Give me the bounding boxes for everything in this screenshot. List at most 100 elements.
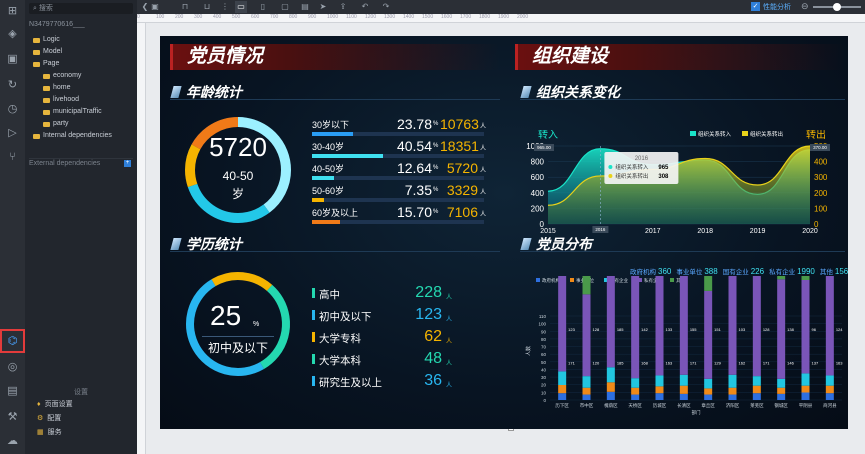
ruler-tick: 600 <box>251 14 260 20</box>
tree-item-label: home <box>53 84 71 91</box>
dist-bar-chart: 政府机构事业单位国有企业私有企业其他0102030405060708090100… <box>525 276 843 416</box>
settings-section: 设置 ♦ 页面设置 ⚙ 配置 ▦ 服务 <box>25 388 137 440</box>
age-row-track <box>312 198 484 202</box>
server-icon: ▦ <box>37 429 44 436</box>
x-tick: 长清区 <box>677 402 691 409</box>
tree-item-label: economy <box>53 72 82 79</box>
tooltip-dot <box>608 174 613 178</box>
edu-row-label: 大学专科 <box>319 333 361 345</box>
folder-icon <box>43 73 50 79</box>
org-icon[interactable]: ⊞ <box>5 4 20 18</box>
bar-segment <box>655 276 664 376</box>
mobile-view-icon[interactable]: ▯ <box>257 1 269 13</box>
tooltip-row-name: 组织关系转出 <box>615 172 648 180</box>
age-row: 30-40岁 40.54 % 18351 人 <box>312 138 486 160</box>
zoom-out-icon[interactable]: ⊖ <box>801 1 809 12</box>
tree-item[interactable]: economy <box>29 70 135 82</box>
component-icon[interactable]: ⌬ <box>0 329 25 353</box>
bar-segment <box>801 280 810 374</box>
terminal-icon[interactable]: ▤ <box>5 384 20 398</box>
send-icon[interactable]: ▷ <box>5 126 20 140</box>
bar-segment <box>582 387 591 395</box>
age-caption-1: 40-50 <box>222 169 254 183</box>
x-tick: 天桥区 <box>628 402 642 409</box>
age-row-count-unit: 人 <box>480 146 487 152</box>
ruler-tick: 900 <box>308 14 317 20</box>
send-icon[interactable]: ➤ <box>317 1 329 13</box>
tree-item[interactable]: Internal dependencies <box>29 130 135 142</box>
age-row-label: 50-60岁 <box>312 186 345 196</box>
bar-segment <box>752 276 761 377</box>
tree-item[interactable]: municipalTraffic <box>29 106 135 118</box>
refresh-icon[interactable]: ↻ <box>5 78 20 92</box>
tree-item[interactable]: party <box>29 118 135 130</box>
tree-item[interactable]: Model <box>29 46 135 58</box>
x-tick: 历城区 <box>653 402 667 409</box>
age-row: 30岁以下 23.78 % 10763 人 <box>312 116 486 138</box>
axis-badge-x: 2016 <box>595 227 606 232</box>
add-dependency-icon[interactable]: + <box>124 160 131 167</box>
tree-item[interactable]: Logic <box>29 34 135 46</box>
age-total: 5720 <box>209 132 267 162</box>
age-row-percent: 7.35 <box>404 182 432 198</box>
bar-segment <box>825 276 834 376</box>
zoom-slider-handle[interactable] <box>833 3 841 11</box>
axis-badge-right: 370.00 <box>813 145 827 150</box>
external-dependencies[interactable]: External dependencies + <box>29 158 133 168</box>
bar-label-top: 124 <box>836 327 843 332</box>
age-row-count: 7106 <box>446 204 478 220</box>
branch-icon[interactable]: ⑂ <box>5 150 20 164</box>
tooltip: 2016组织关系转入 965 组织关系转出 308 <box>604 152 679 184</box>
ruler-tick: 200 <box>175 14 184 20</box>
legend-label: 组织关系转入 <box>698 130 732 138</box>
perf-checkbox[interactable]: ✓ <box>751 2 760 11</box>
unlock-icon[interactable]: ⊔ <box>201 1 213 13</box>
upload-icon[interactable]: ☁ <box>5 434 20 448</box>
save-icon[interactable]: ▤ <box>299 1 311 13</box>
bar-label-top: 123 <box>568 327 575 332</box>
export-icon[interactable]: ⇪ <box>337 1 349 13</box>
edu-row-count: 123 <box>415 306 442 323</box>
bar-segment <box>728 394 737 400</box>
bar-segment <box>728 374 737 388</box>
zoom-slider[interactable] <box>813 3 861 11</box>
tree-item[interactable]: Page <box>29 58 135 70</box>
ruler-tick: 1000 <box>327 14 339 20</box>
project-name[interactable]: N3479770616___ <box>29 20 133 30</box>
age-row: 60岁及以上 15.70 % 7106 人 <box>312 204 486 226</box>
wrench-icon[interactable]: ⚒ <box>5 410 20 424</box>
bar-segment <box>606 382 615 392</box>
y-right-tick: 300 <box>814 173 828 182</box>
history-icon[interactable]: ◷ <box>5 102 20 116</box>
tree-item[interactable]: livehood <box>29 94 135 106</box>
section-title-left: 党员情况 <box>170 44 500 70</box>
box-icon[interactable]: ▣ <box>5 52 20 66</box>
tree-item[interactable]: home <box>29 82 135 94</box>
redo-icon[interactable]: ↷ <box>380 1 392 13</box>
folder-icon <box>33 133 40 139</box>
settings-item[interactable]: ▦ 服务 <box>25 426 137 440</box>
vertical-ruler <box>137 23 146 454</box>
page-icon[interactable]: ▣ <box>149 1 161 13</box>
grid-icon[interactable]: ⋮ <box>219 1 231 13</box>
undo-icon[interactable]: ↶ <box>359 1 371 13</box>
bar-label-mid: 171 <box>568 361 575 366</box>
search-input[interactable]: ⌕ 搜索 <box>29 3 133 14</box>
bar-label-top: 103 <box>739 327 746 332</box>
layers-icon[interactable]: ◈ <box>5 27 20 41</box>
bar-label-mid: 163 <box>836 361 843 366</box>
bar-segment <box>655 375 664 387</box>
target-icon[interactable]: ◎ <box>5 360 20 374</box>
bar-label-mid: 171 <box>763 361 770 366</box>
bar-segment <box>704 378 713 389</box>
lock-icon[interactable]: ⊓ <box>179 1 191 13</box>
age-row-count-unit: 人 <box>480 190 487 196</box>
desktop-view-icon[interactable]: ▭ <box>235 1 247 13</box>
settings-item[interactable]: ♦ 页面设置 <box>25 398 137 412</box>
y-tick: 30 <box>541 375 547 380</box>
y-tick: 100 <box>538 322 546 327</box>
tablet-view-icon[interactable]: ▢ <box>279 1 291 13</box>
edu-row-marker <box>312 332 315 342</box>
bar-label-mid: 120 <box>593 361 600 366</box>
settings-item[interactable]: ⚙ 配置 <box>25 412 137 426</box>
